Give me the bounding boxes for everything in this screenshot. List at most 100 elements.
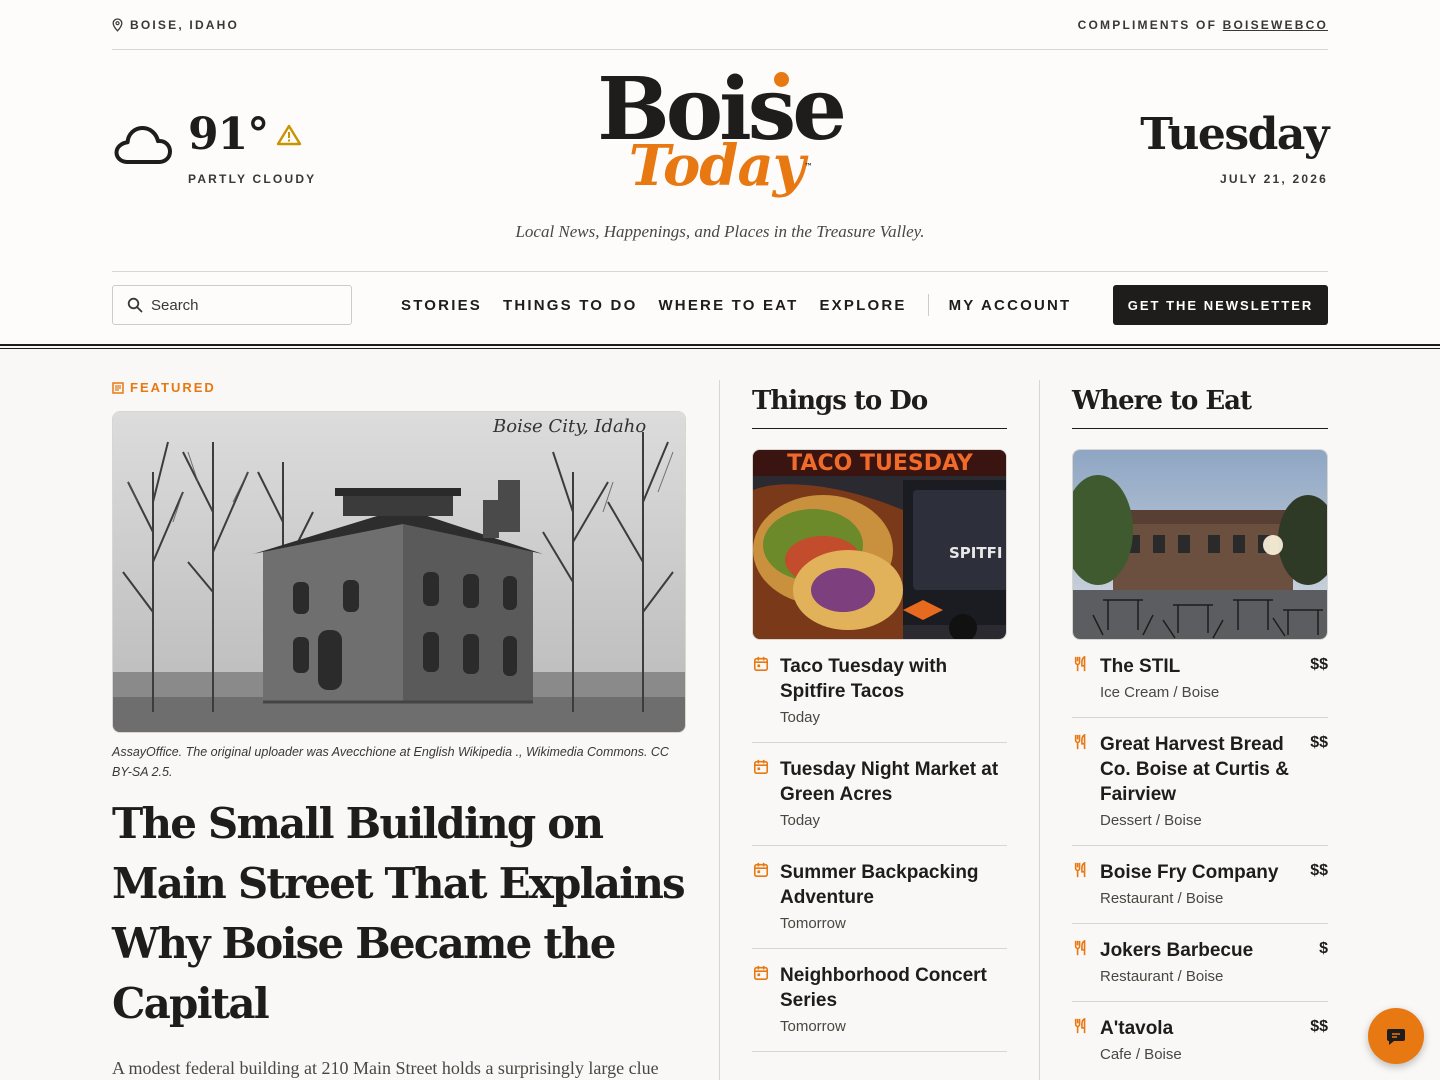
fork-knife-icon (1074, 862, 1086, 878)
nav-my-account[interactable]: MY ACCOUNT (949, 297, 1072, 314)
where-to-eat-column: Where to Eat The STIL Ice Cream / Boise $… (1072, 380, 1328, 1079)
calendar-icon (753, 862, 769, 878)
tagline: Local News, Happenings, and Places in th… (515, 222, 925, 241)
search-box[interactable] (112, 285, 352, 325)
calendar-icon (753, 965, 769, 981)
restaurant-name[interactable]: The STIL (1100, 654, 1300, 679)
restaurant-item[interactable]: Great Harvest Bread Co. Boise at Curtis … (1072, 718, 1328, 846)
fork-knife-icon (1074, 656, 1086, 672)
masthead-rule (0, 344, 1440, 346)
compliments: COMPLIMENTS OF BOISEWEBCO (1078, 18, 1328, 32)
restaurant-item[interactable]: Boise Fry Company Restaurant / Boise $$ (1072, 846, 1328, 924)
restaurant-meta: Dessert / Boise (1100, 812, 1202, 829)
event-item[interactable]: Summer Backpacking Adventure Tomorrow (752, 846, 1007, 949)
restaurant-name[interactable]: Jokers Barbecue (1100, 938, 1309, 963)
things-to-do-title[interactable]: Things to Do (752, 380, 1007, 429)
event-when: Tomorrow (780, 1018, 846, 1035)
fork-knife-icon (1074, 734, 1086, 750)
column-divider-2 (1039, 380, 1040, 1080)
nav-where-to-eat[interactable]: WHERE TO EAT (658, 297, 798, 314)
event-item[interactable]: Neighborhood Concert Series Tomorrow (752, 949, 1007, 1052)
weekday: Tuesday (1140, 109, 1329, 160)
calendar-icon (753, 656, 769, 672)
logo-line1: Boise (597, 59, 847, 160)
featured-label: FEATURED (112, 380, 688, 395)
featured-story: FEATURED Boise City, Idaho AssayOffice. … (112, 380, 688, 1080)
event-title[interactable]: Taco Tuesday with Spitfire Tacos (780, 654, 1007, 704)
column-divider-1 (719, 380, 720, 1080)
restaurant-meta: Restaurant / Boise (1100, 890, 1224, 907)
restaurant-price: $ (1319, 940, 1328, 957)
nav-separator (927, 294, 929, 316)
featured-headline[interactable]: The Small Building on Main Street That E… (112, 794, 688, 1034)
warning-icon[interactable] (276, 124, 302, 146)
restaurant-price: $$ (1310, 734, 1328, 751)
compliments-prefix: COMPLIMENTS OF (1077, 17, 1218, 32)
event-item[interactable]: Taco Tuesday with Spitfire Tacos Today (752, 640, 1007, 743)
main-nav: STORIES THINGS TO DO WHERE TO EAT EXPLOR… (112, 285, 1328, 325)
featured-photo: Boise City, Idaho (113, 412, 685, 732)
restaurant-item[interactable]: A'tavola Cafe / Boise $$ (1072, 1002, 1328, 1079)
search-icon (127, 297, 143, 313)
weather-condition: PARTLY CLOUDY (188, 172, 317, 186)
site-logo[interactable]: Boise Today™ (540, 59, 900, 195)
things-to-do-image[interactable]: TACO TUESDAY SPITFI (752, 449, 1007, 640)
featured-caption: AssayOffice. The original uploader was A… (112, 745, 669, 779)
temperature: 91° (188, 109, 269, 160)
patio-photo (1073, 450, 1327, 639)
restaurant-name[interactable]: A'tavola (1100, 1016, 1300, 1041)
logo-dot (774, 72, 789, 87)
calendar-icon (753, 759, 769, 775)
featured-image[interactable]: Boise City, Idaho (112, 411, 686, 733)
restaurant-meta: Restaurant / Boise (1100, 968, 1224, 985)
restaurant-meta: Cafe / Boise (1100, 1046, 1182, 1063)
nav-stories[interactable]: STORIES (401, 297, 482, 314)
restaurant-name[interactable]: Great Harvest Bread Co. Boise at Curtis … (1100, 732, 1300, 807)
nav-explore[interactable]: EXPLORE (819, 297, 906, 314)
restaurant-item[interactable]: The STIL Ice Cream / Boise $$ (1072, 640, 1328, 718)
compliments-link[interactable]: BOISEWEBCO (1223, 18, 1328, 32)
weather-widget: 91° PARTLY CLOUDY (112, 108, 316, 186)
event-item[interactable]: Tuesday Night Market at Green Acres Today (752, 743, 1007, 846)
nav-menu: STORIES THINGS TO DO WHERE TO EAT EXPLOR… (401, 294, 1092, 316)
restaurant-price: $$ (1310, 656, 1328, 673)
chat-bubble-icon (1387, 1029, 1405, 1045)
restaurant-meta: Ice Cream / Boise (1100, 684, 1220, 701)
search-input[interactable] (151, 296, 341, 314)
event-title[interactable]: Neighborhood Concert Series (780, 963, 1007, 1013)
where-to-eat-image[interactable] (1072, 449, 1328, 640)
where-to-eat-title[interactable]: Where to Eat (1072, 380, 1328, 429)
things-to-do-column: Things to Do TACO TUESDAY SPITFI Taco Tu… (752, 380, 1007, 1052)
top-bar: BOISE, IDAHO COMPLIMENTS OF BOISEWEBCO (112, 0, 1328, 50)
restaurant-name[interactable]: Boise Fry Company (1100, 860, 1300, 885)
event-title[interactable]: Tuesday Night Market at Green Acres (780, 757, 1007, 807)
restaurant-price: $$ (1310, 1018, 1328, 1035)
map-pin-icon (112, 17, 123, 32)
events-list: Taco Tuesday with Spitfire Tacos Today Tu… (752, 640, 1007, 1052)
fork-knife-icon (1074, 940, 1086, 956)
restaurant-price: $$ (1310, 862, 1328, 879)
date-block: Tuesday JULY 21, 2026 (1140, 108, 1329, 186)
nav-things-to-do[interactable]: THINGS TO DO (503, 297, 637, 314)
cloud-icon (114, 126, 172, 164)
event-when: Today (780, 812, 821, 829)
event-when: Today (780, 709, 821, 726)
taco-photo: TACO TUESDAY SPITFI (753, 450, 1006, 639)
full-date: JULY 21, 2026 (1219, 172, 1328, 186)
location: BOISE, IDAHO (112, 18, 239, 32)
featured-dek: A modest federal building at 210 Main St… (112, 1058, 659, 1078)
chat-button[interactable] (1368, 1008, 1424, 1064)
masthead-rule-thin (0, 348, 1440, 349)
nav-divider (112, 271, 1328, 272)
fork-knife-icon (1074, 1018, 1086, 1034)
event-title[interactable]: Summer Backpacking Adventure (780, 860, 1007, 910)
event-when: Tomorrow (780, 915, 846, 932)
truck-text: SPITFI (949, 544, 1002, 562)
image-sign-text: TACO TUESDAY (787, 451, 974, 476)
restaurants-list: The STIL Ice Cream / Boise $$ Great Harve… (1072, 640, 1328, 1079)
newsletter-button[interactable]: GET THE NEWSLETTER (1113, 285, 1328, 325)
photo-handwriting: Boise City, Idaho (492, 416, 646, 437)
location-text: BOISE, IDAHO (130, 17, 240, 32)
article-icon (112, 381, 124, 394)
restaurant-item[interactable]: Jokers Barbecue Restaurant / Boise $ (1072, 924, 1328, 1002)
